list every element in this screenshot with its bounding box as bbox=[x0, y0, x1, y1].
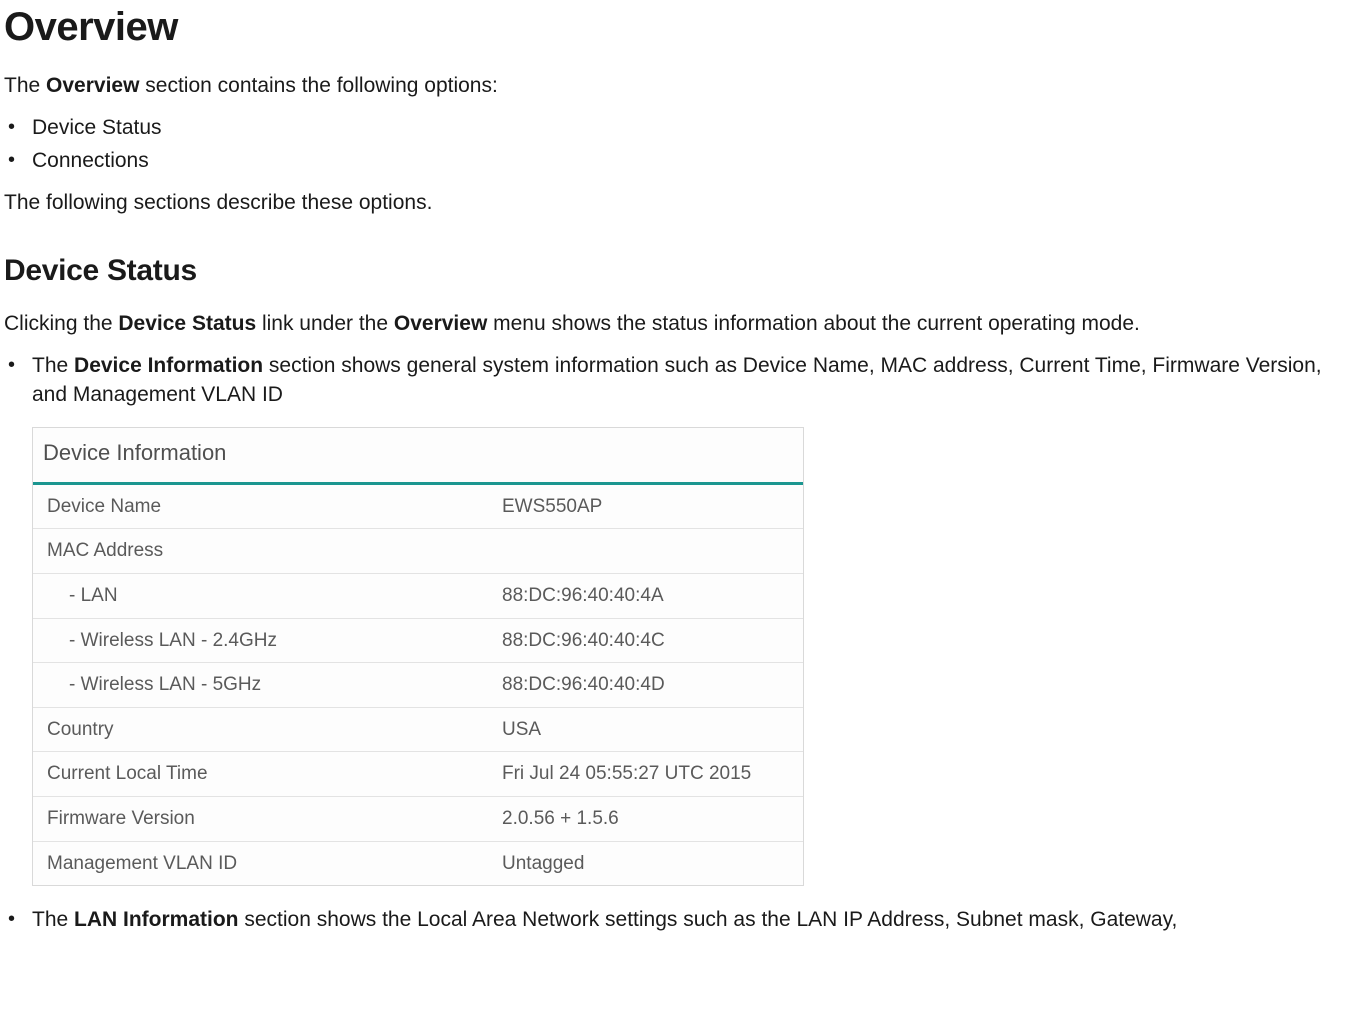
options-list: Device Status Connections bbox=[4, 114, 1354, 175]
device-info-rows: Device NameEWS550APMAC Address- LAN88:DC… bbox=[33, 485, 803, 886]
follow-paragraph: The following sections describe these op… bbox=[4, 189, 1354, 217]
table-row: Device NameEWS550AP bbox=[33, 485, 803, 530]
document-page: Overview The Overview section contains t… bbox=[0, 0, 1362, 957]
row-value: USA bbox=[488, 708, 803, 752]
list-item-body: The LAN Information section shows the Lo… bbox=[32, 906, 1354, 934]
row-value: EWS550AP bbox=[488, 485, 803, 529]
intro-bold: Overview bbox=[46, 74, 139, 97]
intro-prefix: The bbox=[4, 74, 46, 97]
ds-intro-suffix: menu shows the status information about … bbox=[487, 312, 1140, 335]
row-value: 2.0.56 + 1.5.6 bbox=[488, 797, 803, 841]
list-item: The LAN Information section shows the Lo… bbox=[4, 906, 1354, 934]
page-title: Overview bbox=[4, 0, 1354, 54]
ds-intro-mid: link under the bbox=[256, 312, 394, 335]
row-value: Untagged bbox=[488, 842, 803, 886]
row-label: MAC Address bbox=[33, 529, 488, 573]
row-label: Current Local Time bbox=[33, 752, 488, 796]
ds-intro-bold2: Overview bbox=[394, 312, 487, 335]
bullet-laninfo-prefix: The bbox=[32, 908, 74, 931]
row-value: 88:DC:96:40:40:4C bbox=[488, 619, 803, 663]
list-item-body: The Device Information section shows gen… bbox=[32, 352, 1354, 409]
bullet-laninfo-suffix: section shows the Local Area Network set… bbox=[239, 908, 1178, 931]
row-label: - Wireless LAN - 2.4GHz bbox=[33, 619, 488, 663]
ds-intro-bold1: Device Status bbox=[118, 312, 256, 335]
table-row: Firmware Version2.0.56 + 1.5.6 bbox=[33, 797, 803, 842]
table-row: - LAN88:DC:96:40:40:4A bbox=[33, 574, 803, 619]
table-row: - Wireless LAN - 5GHz88:DC:96:40:40:4D bbox=[33, 663, 803, 708]
row-value: 88:DC:96:40:40:4D bbox=[488, 663, 803, 707]
bullet-devinfo-prefix: The bbox=[32, 354, 74, 377]
row-value bbox=[488, 529, 803, 573]
device-info-figure: Device Information Device NameEWS550APMA… bbox=[32, 427, 1354, 886]
list-item: Device Status bbox=[4, 114, 1354, 142]
list-item-label: Connections bbox=[32, 147, 1354, 175]
row-value: Fri Jul 24 05:55:27 UTC 2015 bbox=[488, 752, 803, 796]
table-row: CountryUSA bbox=[33, 708, 803, 753]
bullet-laninfo-bold: LAN Information bbox=[74, 908, 238, 931]
device-info-title: Device Information bbox=[33, 428, 803, 485]
row-label: - Wireless LAN - 5GHz bbox=[33, 663, 488, 707]
row-label: Management VLAN ID bbox=[33, 842, 488, 886]
table-row: Management VLAN IDUntagged bbox=[33, 842, 803, 886]
row-label: Firmware Version bbox=[33, 797, 488, 841]
row-label: Device Name bbox=[33, 485, 488, 529]
intro-suffix: section contains the following options: bbox=[139, 74, 497, 97]
list-item: The Device Information section shows gen… bbox=[4, 352, 1354, 886]
table-row: MAC Address bbox=[33, 529, 803, 574]
list-item-label: Device Status bbox=[32, 114, 1354, 142]
section-title-device-status: Device Status bbox=[4, 251, 1354, 292]
device-info-panel: Device Information Device NameEWS550APMA… bbox=[32, 427, 804, 886]
device-status-bullets: The Device Information section shows gen… bbox=[4, 352, 1354, 934]
table-row: Current Local TimeFri Jul 24 05:55:27 UT… bbox=[33, 752, 803, 797]
table-row: - Wireless LAN - 2.4GHz88:DC:96:40:40:4C bbox=[33, 619, 803, 664]
intro-paragraph: The Overview section contains the follow… bbox=[4, 72, 1354, 100]
bullet-devinfo-bold: Device Information bbox=[74, 354, 263, 377]
row-label: - LAN bbox=[33, 574, 488, 618]
row-label: Country bbox=[33, 708, 488, 752]
list-item: Connections bbox=[4, 147, 1354, 175]
device-status-intro: Clicking the Device Status link under th… bbox=[4, 310, 1354, 338]
row-value: 88:DC:96:40:40:4A bbox=[488, 574, 803, 618]
ds-intro-prefix: Clicking the bbox=[4, 312, 118, 335]
